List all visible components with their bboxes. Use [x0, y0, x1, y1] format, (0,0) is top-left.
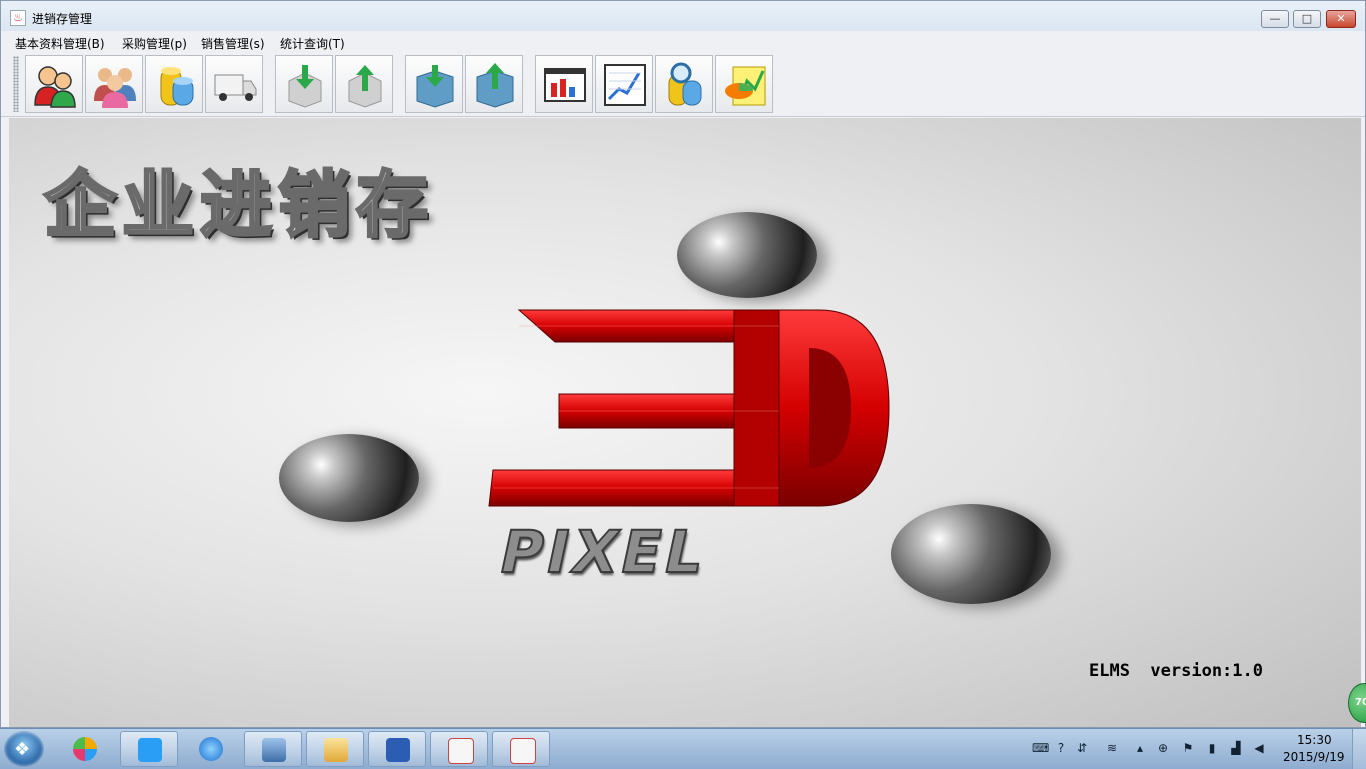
goods-database-icon	[160, 67, 194, 106]
line-chart-icon	[604, 64, 646, 106]
plus-shield-icon[interactable]: ⊕	[1155, 740, 1171, 756]
title-bar[interactable]: ♨ 进销存管理 — □ ✕	[1, 1, 1365, 31]
sales-return-icon	[476, 63, 514, 108]
purchase-in-icon	[288, 65, 322, 108]
wifi-icon[interactable]: ≋	[1104, 740, 1120, 756]
customer-button[interactable]	[25, 55, 83, 113]
delivery-truck-icon	[214, 74, 257, 101]
virtual-box-icon	[262, 738, 286, 762]
show-hidden-icons-icon[interactable]: ▴	[1132, 740, 1148, 756]
goods-button[interactable]	[145, 55, 203, 113]
sales-out-button[interactable]	[405, 55, 463, 113]
clock-time[interactable]: 15:30	[1297, 733, 1332, 747]
keyboard-icon[interactable]: ⌨	[1032, 740, 1049, 756]
menu-sales[interactable]: 销售管理(s)	[201, 35, 265, 52]
taskbar-virtualbox[interactable]	[244, 731, 302, 767]
baidu-cloud-icon	[138, 738, 162, 762]
internet-explorer-icon	[199, 737, 223, 761]
maximize-button[interactable]: □	[1293, 10, 1321, 28]
taskbar-word[interactable]	[368, 731, 426, 767]
chrome-sphere	[891, 504, 1051, 604]
java-icon	[448, 738, 474, 764]
purchase-in-button[interactable]	[275, 55, 333, 113]
menu-bar: 基本资料管理(B) 采购管理(p) 销售管理(s) 统计查询(T)	[1, 32, 1365, 52]
windows-start-icon[interactable]: ❖	[4, 731, 44, 767]
bar-chart-icon	[544, 68, 586, 102]
close-button[interactable]: ✕	[1326, 10, 1356, 28]
show-desktop-button[interactable]	[1352, 729, 1366, 769]
clock-date[interactable]: 2015/9/19	[1283, 750, 1345, 764]
java-icon	[510, 738, 536, 764]
language-icon[interactable]: ⇵	[1074, 740, 1090, 756]
pie-chart-icon	[725, 66, 766, 106]
chrome-sphere	[677, 212, 817, 298]
purchase-return-icon	[348, 65, 382, 108]
taskbar: ❖ ⌨ ? ⇵ ≋ ▴ ⊕ ⚑ ▮ ▟ ◀ 15:30 2015/9/19	[0, 728, 1366, 769]
file-explorer-icon	[324, 738, 348, 762]
word-icon	[386, 738, 410, 762]
splash-panel: 企业进销存 PIXEL ELMS version:1.0	[9, 118, 1361, 727]
toolbar-grip[interactable]	[13, 56, 19, 112]
main-window: ♨ 进销存管理 — □ ✕ 基本资料管理(B) 采购管理(p) 销售管理(s) …	[0, 0, 1366, 728]
chrome-sphere	[279, 434, 419, 522]
pie-chart-button[interactable]	[715, 55, 773, 113]
search-database-icon	[668, 62, 702, 106]
volume-icon[interactable]: ◀	[1251, 740, 1267, 756]
menu-statistics[interactable]: 统计查询(T)	[280, 35, 345, 52]
toolbar	[1, 52, 1365, 117]
window-title: 进销存管理	[32, 12, 93, 26]
banner-title: 企业进销存	[42, 162, 435, 249]
taskbar-app-grid[interactable]	[56, 731, 114, 767]
taskbar-java-1[interactable]	[430, 731, 488, 767]
minimize-button[interactable]: —	[1261, 10, 1289, 28]
taskbar-java-2[interactable]	[492, 731, 550, 767]
sales-return-button[interactable]	[465, 55, 523, 113]
power-icon[interactable]: ▮	[1204, 740, 1220, 756]
customer-users-icon	[34, 66, 76, 108]
flag-icon[interactable]: ⚑	[1180, 740, 1196, 756]
signal-icon[interactable]: ▟	[1228, 740, 1244, 756]
version-label: ELMS version:1.0	[1089, 661, 1263, 681]
3d-logo	[488, 309, 890, 507]
bar-chart-button[interactable]	[535, 55, 593, 113]
supplier-button[interactable]	[85, 55, 143, 113]
supplier-users-icon	[94, 68, 136, 108]
menu-basic-data[interactable]: 基本资料管理(B)	[15, 35, 105, 52]
delivery-button[interactable]	[205, 55, 263, 113]
taskbar-explorer[interactable]	[306, 731, 364, 767]
purchase-return-button[interactable]	[335, 55, 393, 113]
menu-purchase[interactable]: 采购管理(p)	[122, 35, 187, 52]
java-cup-icon: ♨	[10, 10, 26, 26]
taskbar-ie[interactable]	[182, 731, 240, 767]
query-button[interactable]	[655, 55, 713, 113]
line-chart-button[interactable]	[595, 55, 653, 113]
pixel-wordmark: PIXEL	[493, 517, 715, 587]
app-grid-icon	[73, 737, 97, 761]
sales-out-icon	[416, 65, 454, 108]
taskbar-baidu-cloud[interactable]	[120, 731, 178, 767]
help-icon[interactable]: ?	[1053, 740, 1069, 756]
